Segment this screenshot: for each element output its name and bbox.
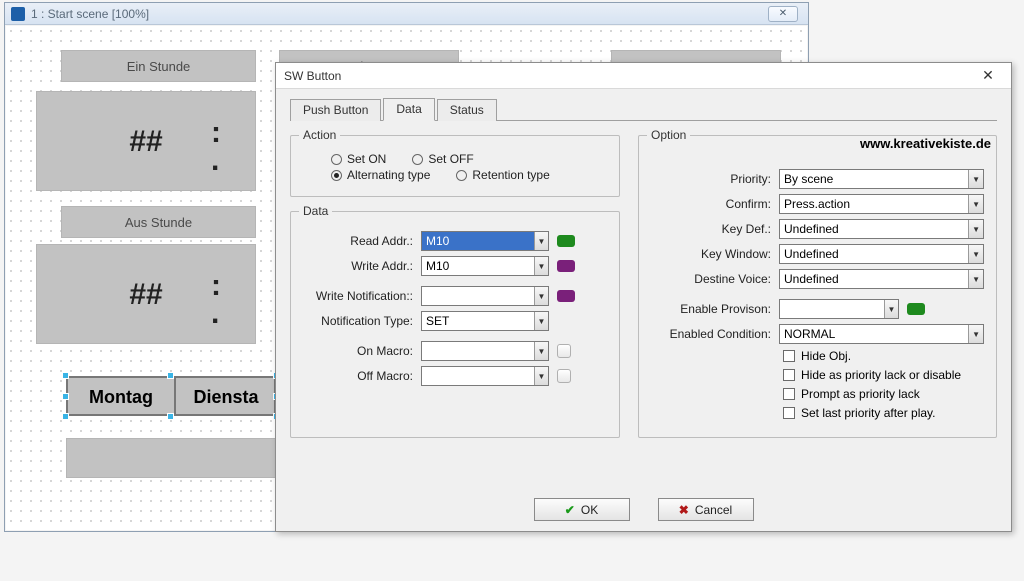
group-action: Action Set ON Set OFF Alternating type R… [290, 135, 620, 197]
chevron-down-icon[interactable]: ▼ [534, 312, 548, 330]
tab-data[interactable]: Data [383, 98, 434, 121]
priority-combo[interactable]: ▼ [779, 169, 984, 189]
tab-push-button[interactable]: Push Button [290, 99, 381, 121]
dialog-title: SW Button [284, 69, 341, 83]
dest-voice-combo[interactable]: ▼ [779, 269, 984, 289]
label-read-addr: Read Addr.: [303, 234, 421, 248]
check-hide-obj[interactable]: Hide Obj. [783, 349, 984, 363]
legend-option: Option [647, 128, 690, 142]
chevron-down-icon[interactable]: ▼ [968, 270, 983, 288]
chevron-down-icon[interactable]: ▼ [534, 342, 548, 360]
macro-browse-icon[interactable] [557, 369, 571, 383]
hmi-day-die[interactable]: Diensta [176, 378, 276, 414]
cancel-button[interactable]: ✖Cancel [658, 498, 754, 521]
close-icon: ✖ [679, 503, 689, 517]
on-macro-combo[interactable]: ▼ [421, 341, 549, 361]
dialog-titlebar: SW Button ✕ [276, 63, 1011, 89]
badge-icon [557, 235, 575, 247]
chevron-down-icon[interactable]: ▼ [968, 220, 983, 238]
sel-handle[interactable] [167, 413, 174, 420]
sw-button-dialog: SW Button ✕ Push Button Data Status www.… [275, 62, 1012, 532]
chevron-down-icon[interactable]: ▼ [968, 195, 983, 213]
on-macro-input[interactable] [422, 344, 534, 358]
editor-close-button[interactable]: ✕ [768, 6, 798, 22]
label-enabled-condition: Enabled Condition: [651, 327, 779, 341]
label-write-notif: Write Notification:: [303, 289, 421, 303]
label-enable-provison: Enable Provison: [651, 302, 779, 316]
enable-provison-combo[interactable]: ▼ [779, 299, 899, 319]
label-key-window: Key Window: [651, 247, 779, 261]
sel-handle[interactable] [62, 393, 69, 400]
radio-alternating[interactable]: Alternating type [331, 168, 430, 182]
chevron-down-icon[interactable]: ▼ [534, 287, 548, 305]
editor-title: 1 : Start scene [100%] [31, 7, 149, 21]
group-data: Data Read Addr.: ▼ Write Addr.: ▼ Write … [290, 211, 620, 438]
badge-icon [557, 290, 575, 302]
label-notif-type: Notification Type: [303, 314, 421, 328]
legend-action: Action [299, 128, 340, 142]
notif-type-input[interactable] [422, 314, 534, 328]
chevron-down-icon[interactable]: ▼ [534, 232, 548, 250]
label-confirm: Confirm: [651, 197, 779, 211]
check-hide-disable[interactable]: Hide as priority lack or disable [783, 368, 984, 382]
app-icon [11, 7, 25, 21]
hmi-dot-2: . [211, 297, 219, 331]
chevron-down-icon[interactable]: ▼ [884, 300, 898, 318]
chevron-down-icon[interactable]: ▼ [968, 325, 983, 343]
radio-retention[interactable]: Retention type [456, 168, 549, 182]
radio-set-on[interactable]: Set ON [331, 152, 386, 166]
chevron-down-icon[interactable]: ▼ [968, 245, 983, 263]
ok-button[interactable]: ✔OK [534, 498, 630, 521]
hmi-header-aus-stunde[interactable]: Aus Stunde [61, 206, 256, 238]
read-addr-input[interactable] [422, 234, 534, 248]
legend-data: Data [299, 204, 332, 218]
label-on-macro: On Macro: [303, 344, 421, 358]
radio-set-off[interactable]: Set OFF [412, 152, 473, 166]
sel-handle[interactable] [167, 372, 174, 379]
label-key-def: Key Def.: [651, 222, 779, 236]
macro-browse-icon[interactable] [557, 344, 571, 358]
write-notif-input[interactable] [422, 289, 534, 303]
key-def-combo[interactable]: ▼ [779, 219, 984, 239]
hmi-value-aus[interactable]: ## [36, 244, 256, 344]
badge-icon [907, 303, 925, 315]
key-window-combo[interactable]: ▼ [779, 244, 984, 264]
tab-status[interactable]: Status [437, 99, 497, 121]
off-macro-combo[interactable]: ▼ [421, 366, 549, 386]
chevron-down-icon[interactable]: ▼ [534, 367, 548, 385]
sel-handle[interactable] [62, 413, 69, 420]
confirm-combo[interactable]: ▼ [779, 194, 984, 214]
editor-titlebar: 1 : Start scene [100%] [5, 3, 808, 25]
group-option: Option Priority:▼ Confirm:▼ Key Def.:▼ K… [638, 135, 997, 438]
write-notif-combo[interactable]: ▼ [421, 286, 549, 306]
check-icon: ✔ [565, 503, 575, 517]
write-addr-combo[interactable]: ▼ [421, 256, 549, 276]
hmi-value-ein[interactable]: ## [36, 91, 256, 191]
chevron-down-icon[interactable]: ▼ [968, 170, 983, 188]
badge-icon [557, 260, 575, 272]
hmi-dot-1: . [211, 144, 219, 178]
hmi-blank-row[interactable] [66, 438, 276, 478]
hmi-day-mon[interactable]: Montag [68, 378, 176, 414]
hmi-selected-row[interactable]: Montag Diensta [66, 376, 276, 416]
notif-type-combo[interactable]: ▼ [421, 311, 549, 331]
chevron-down-icon[interactable]: ▼ [534, 257, 548, 275]
check-prompt[interactable]: Prompt as priority lack [783, 387, 984, 401]
label-priority: Priority: [651, 172, 779, 186]
dialog-close-button[interactable]: ✕ [973, 66, 1003, 86]
hmi-header-ein-stunde[interactable]: Ein Stunde [61, 50, 256, 82]
enabled-cond-combo[interactable]: ▼ [779, 324, 984, 344]
off-macro-input[interactable] [422, 369, 534, 383]
label-destine-voice: Destine Voice: [651, 272, 779, 286]
read-addr-combo[interactable]: ▼ [421, 231, 549, 251]
tab-strip: Push Button Data Status [290, 99, 997, 121]
label-off-macro: Off Macro: [303, 369, 421, 383]
write-addr-input[interactable] [422, 259, 534, 273]
check-set-last[interactable]: Set last priority after play. [783, 406, 984, 420]
sel-handle[interactable] [62, 372, 69, 379]
label-write-addr: Write Addr.: [303, 259, 421, 273]
